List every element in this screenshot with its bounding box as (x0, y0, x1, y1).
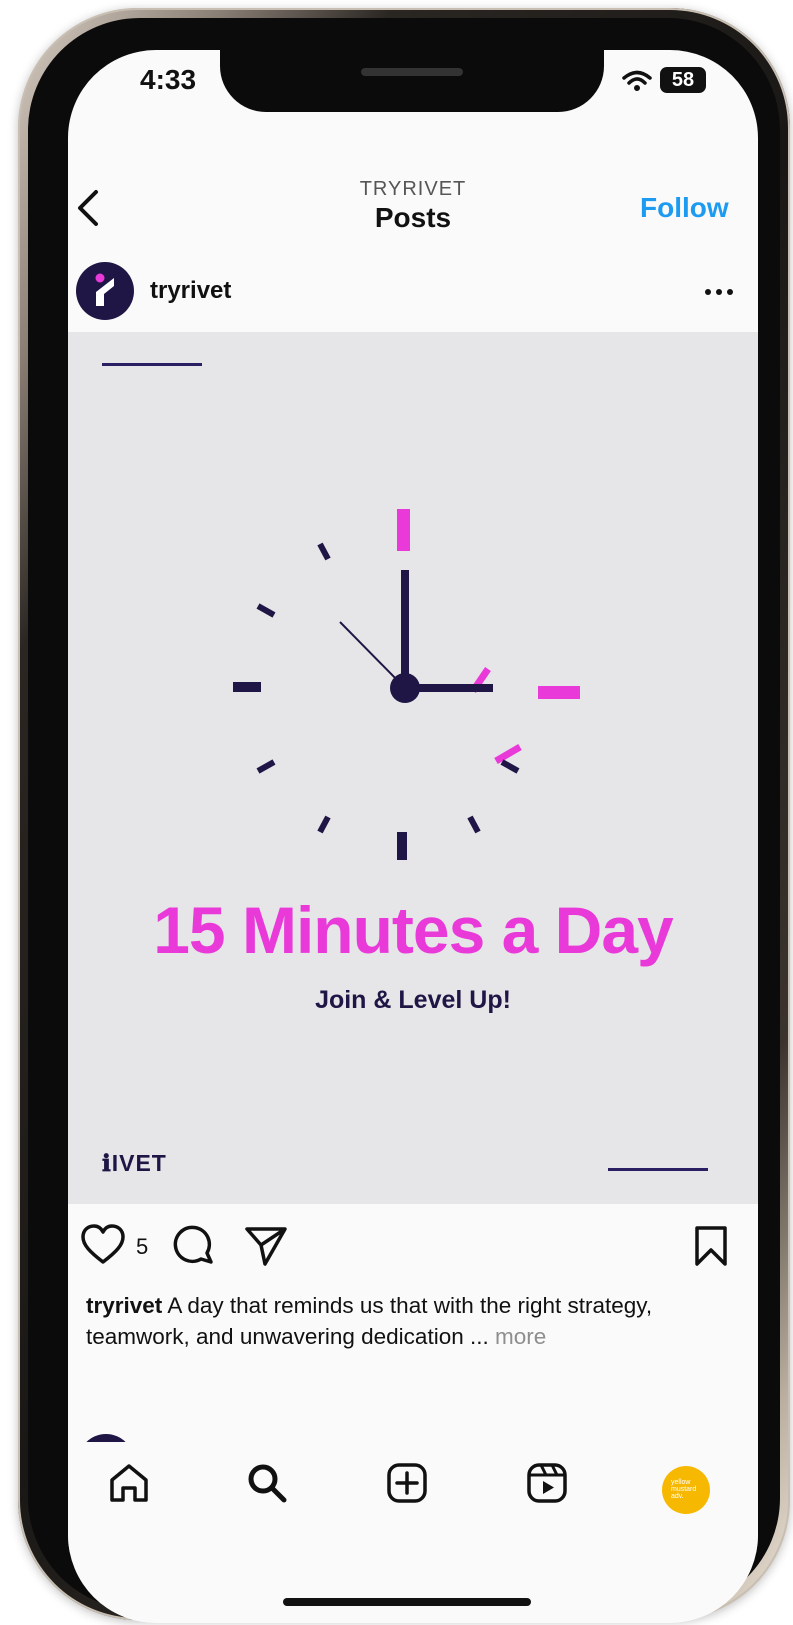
rivet-logo-icon (95, 273, 114, 306)
notch (220, 50, 604, 112)
wifi-icon (622, 70, 652, 91)
decor-line-bottom (608, 1168, 708, 1171)
post-headline: 15 Minutes a Day (153, 893, 674, 967)
phone-screen: 4:33 58 TRYRIVET Posts Follow tryrivet 1… (68, 50, 758, 1623)
profile-avatar[interactable]: yellow mustard adv. (662, 1466, 710, 1514)
comment-icon[interactable] (172, 1224, 216, 1268)
post-caption: tryrivet A day that reminds us that with… (86, 1290, 746, 1352)
more-options-icon[interactable] (704, 288, 734, 296)
post-subheadline: Join & Level Up! (315, 986, 511, 1014)
home-icon[interactable] (108, 1462, 150, 1504)
create-post-icon[interactable] (386, 1462, 428, 1504)
search-icon[interactable] (246, 1462, 288, 1504)
like-heart-icon[interactable] (80, 1224, 126, 1266)
status-time: 4:33 (140, 64, 197, 95)
speaker (361, 68, 463, 76)
caption-username[interactable]: tryrivet (86, 1293, 162, 1318)
clock-graphic (233, 509, 580, 860)
battery-icon: 58 (660, 67, 706, 93)
decor-line-top (102, 363, 202, 366)
home-indicator[interactable] (283, 1598, 531, 1606)
share-send-icon[interactable] (244, 1225, 288, 1267)
post-username[interactable]: tryrivet (150, 277, 231, 305)
post-image[interactable]: 15 Minutes a Day Join & Level Up! ℹIVET (68, 332, 758, 1204)
brand-logo: ℹIVET (102, 1150, 167, 1176)
follow-button[interactable]: Follow (640, 192, 729, 224)
caption-text: A day that reminds us that with the righ… (86, 1293, 653, 1349)
caption-more-link[interactable]: more (495, 1324, 546, 1349)
bookmark-icon[interactable] (694, 1225, 728, 1267)
post-author-avatar[interactable] (76, 262, 134, 320)
like-count[interactable]: 5 (136, 1234, 148, 1260)
reels-icon[interactable] (526, 1462, 568, 1504)
